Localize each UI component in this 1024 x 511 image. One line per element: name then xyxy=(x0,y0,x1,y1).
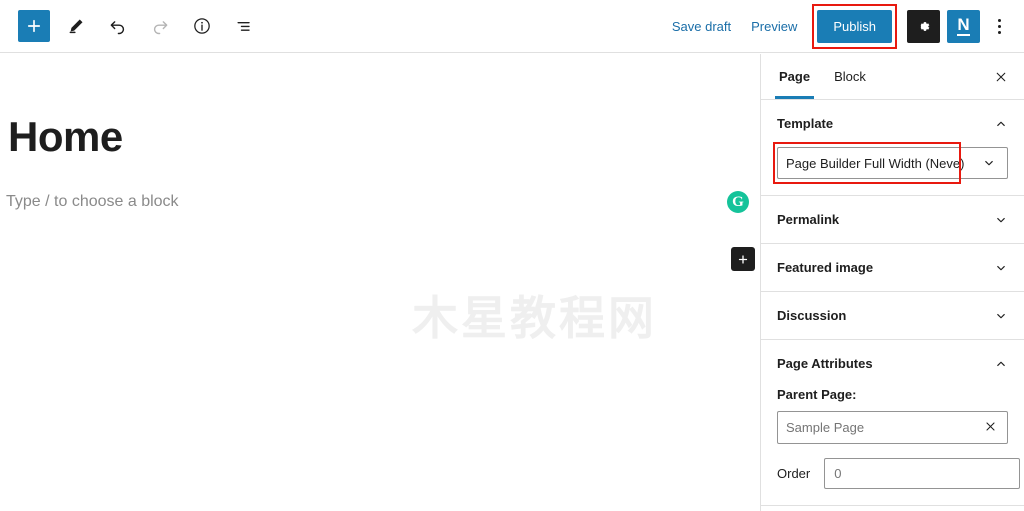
tab-block[interactable]: Block xyxy=(822,54,878,99)
panel-template-header[interactable]: Template xyxy=(761,100,1024,147)
sidebar-tabs: Page Block xyxy=(761,54,1024,100)
header-left-tools xyxy=(0,8,262,44)
redo-arrow-icon xyxy=(153,21,168,35)
empty-block-placeholder[interactable]: Type / to choose a block xyxy=(6,193,179,211)
panel-page-attributes: Page Attributes Parent Page: Sample Page xyxy=(761,340,1024,506)
grammarly-icon[interactable]: G xyxy=(727,191,749,213)
editor-header-toolbar: Save draft Preview Publish N xyxy=(0,0,1024,53)
template-select[interactable]: Page Builder Full Width (Neve) xyxy=(777,147,970,179)
chevron-down-icon xyxy=(997,217,1005,222)
template-select-row: Page Builder Full Width (Neve) xyxy=(773,142,1008,184)
parent-page-label: Parent Page: xyxy=(777,387,857,402)
panel-page-attributes-header[interactable]: Page Attributes xyxy=(761,340,1024,387)
list-view-icon xyxy=(237,21,250,31)
panel-template-body: Page Builder Full Width (Neve) xyxy=(761,142,1024,195)
settings-sidebar: Page Block Template Page Builder Full Wi… xyxy=(760,54,1024,511)
grammarly-letter: G xyxy=(732,193,744,210)
preview-button[interactable]: Preview xyxy=(741,13,807,40)
order-label: Order xyxy=(777,466,811,481)
plus-icon xyxy=(738,254,748,264)
list-view-button[interactable] xyxy=(226,8,262,44)
redo-button[interactable] xyxy=(142,8,178,44)
parent-page-field[interactable]: Sample Page xyxy=(777,411,1008,444)
panel-featured-image-title: Featured image xyxy=(777,260,874,275)
watermark-text: 木星教程网 xyxy=(412,291,657,345)
kebab-menu-icon xyxy=(997,24,1001,28)
panel-page-attributes-title: Page Attributes xyxy=(777,356,873,371)
more-options-button[interactable] xyxy=(984,8,1014,44)
clear-parent-page-button[interactable] xyxy=(982,420,999,435)
chevron-down-icon xyxy=(984,160,993,166)
panel-template-title: Template xyxy=(777,116,834,131)
neve-options-button[interactable]: N xyxy=(947,9,980,43)
info-circle-icon xyxy=(194,18,210,34)
template-select-arrow[interactable] xyxy=(970,147,1008,179)
panel-permalink-title: Permalink xyxy=(777,212,840,227)
chevron-up-icon xyxy=(997,361,1005,366)
editor-canvas: Home Type / to choose a block 木星教程网 G xyxy=(0,54,760,511)
panel-permalink-header[interactable]: Permalink xyxy=(761,196,1024,243)
publish-button[interactable]: Publish xyxy=(817,9,892,43)
panel-discussion-header[interactable]: Discussion xyxy=(761,292,1024,339)
kebab-menu-icon xyxy=(997,30,1001,34)
panel-permalink: Permalink xyxy=(761,196,1024,244)
chevron-up-icon xyxy=(997,121,1005,126)
panel-page-attributes-body: Parent Page: Sample Page Order xyxy=(761,387,1024,505)
neve-logo-icon: N xyxy=(957,15,970,36)
pencil-icon xyxy=(69,19,83,34)
undo-button[interactable] xyxy=(100,8,136,44)
gear-icon xyxy=(920,21,930,31)
chevron-down-icon xyxy=(997,313,1005,318)
kebab-menu-icon xyxy=(997,18,1001,22)
tab-page[interactable]: Page xyxy=(767,54,822,99)
block-inserter-toggle[interactable] xyxy=(18,10,50,42)
panel-discussion-title: Discussion xyxy=(777,308,847,323)
header-right-actions: Save draft Preview Publish N xyxy=(662,3,1024,49)
wordpress-block-editor: Save draft Preview Publish N Home Type /… xyxy=(0,0,1024,511)
panel-template: Template Page Builder Full Width (Neve) xyxy=(761,100,1024,196)
undo-arrow-icon xyxy=(110,21,125,35)
plus-icon xyxy=(27,19,41,33)
inline-block-inserter-button[interactable] xyxy=(731,247,755,271)
order-row: Order xyxy=(777,458,1021,489)
chevron-down-icon xyxy=(997,265,1005,270)
panel-featured-image-header[interactable]: Featured image xyxy=(761,244,1024,291)
close-sidebar-button[interactable] xyxy=(988,64,1014,90)
save-draft-button[interactable]: Save draft xyxy=(662,13,741,40)
details-info-button[interactable] xyxy=(184,8,220,44)
edit-mode-pencil-button[interactable] xyxy=(58,8,94,44)
close-icon xyxy=(986,422,995,431)
panel-discussion: Discussion xyxy=(761,292,1024,340)
page-title[interactable]: Home xyxy=(8,116,123,158)
settings-gear-button[interactable] xyxy=(907,9,940,43)
close-icon xyxy=(996,72,1006,82)
parent-page-value: Sample Page xyxy=(786,420,865,435)
publish-button-wrapper: Publish xyxy=(812,3,897,49)
panel-featured-image: Featured image xyxy=(761,244,1024,292)
order-input[interactable] xyxy=(824,458,1021,489)
